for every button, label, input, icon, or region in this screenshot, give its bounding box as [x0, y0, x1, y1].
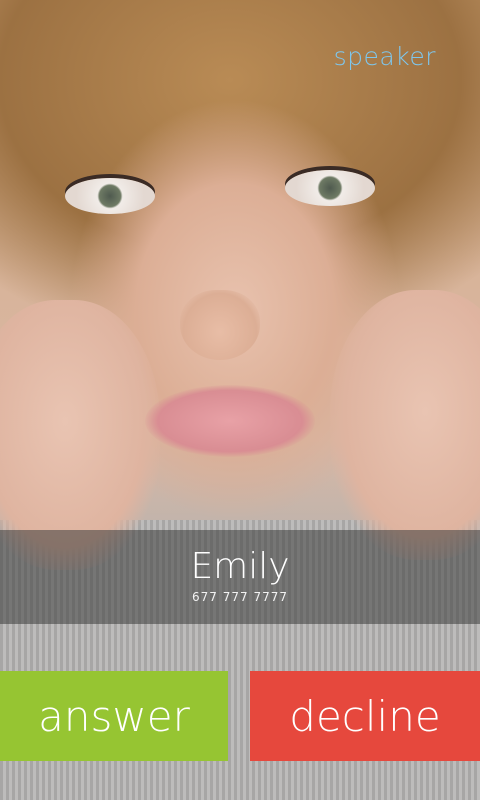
lips: [145, 385, 315, 457]
caller-number: 677 777 7777: [192, 590, 288, 604]
left-eye: [65, 178, 155, 214]
right-eye: [285, 170, 375, 206]
speaker-button[interactable]: speaker: [334, 42, 436, 71]
decline-button[interactable]: decline: [250, 671, 480, 761]
right-hand: [330, 290, 480, 560]
answer-button[interactable]: answer: [0, 671, 228, 761]
caller-name: Emily: [190, 546, 290, 587]
nose: [180, 290, 260, 360]
